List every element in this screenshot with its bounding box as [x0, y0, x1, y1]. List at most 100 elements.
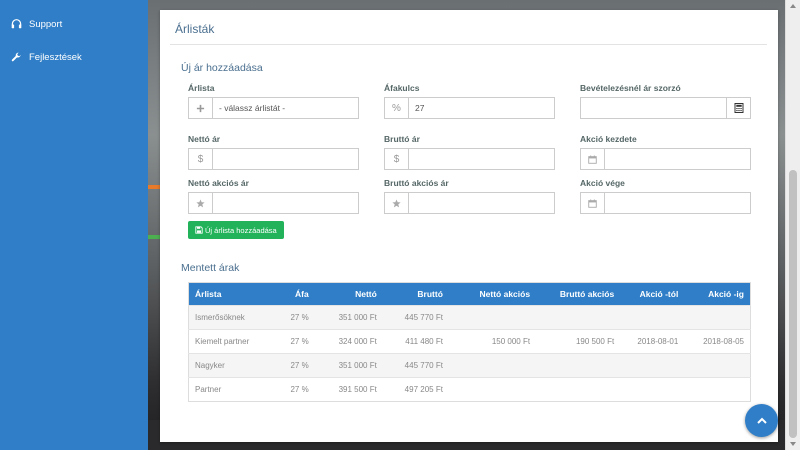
netto-input[interactable]: $ [188, 148, 359, 170]
column-header-netto-akcios[interactable]: Nettó akciós [448, 282, 537, 306]
table-cell: Kiemelt partner [188, 329, 273, 354]
netto-akcios-input[interactable] [188, 192, 359, 214]
sidebar-item-support[interactable]: Support [10, 14, 62, 34]
background-decoration [148, 185, 160, 189]
table-cell [448, 377, 537, 402]
netto-label: Nettó ár [188, 134, 221, 144]
brutto-akcios-label: Bruttó akciós ár [384, 178, 449, 188]
table-row[interactable]: Nagyker 27 % 351 000 Ft 445 770 Ft [188, 353, 751, 378]
arlista-select[interactable]: - válassz árlistát - [188, 97, 359, 119]
column-header-akcio-ig[interactable]: Akció -ig [684, 282, 751, 306]
scroll-to-top-button[interactable] [745, 404, 778, 437]
szorzo-input[interactable] [580, 97, 751, 119]
scroll-up-button[interactable] [786, 0, 800, 12]
table-cell: 27 % [272, 305, 315, 330]
scroll-down-button[interactable] [786, 438, 800, 450]
arlista-label: Árlista [188, 83, 215, 93]
add-price-list-button[interactable]: Új árlista hozzáadása [188, 221, 284, 239]
dollar-icon: $ [385, 149, 409, 169]
column-header-brutto-akcios[interactable]: Bruttó akciós [536, 282, 621, 306]
table-cell: 445 770 Ft [382, 305, 449, 330]
table-cell: 150 000 Ft [448, 329, 537, 354]
wrench-icon [10, 51, 23, 64]
price-lists-card: Árlisták Új ár hozzáadása Árlista - vála… [160, 10, 778, 442]
table-cell [620, 353, 685, 378]
akcio-kezdete-label: Akció kezdete [580, 134, 637, 144]
dollar-icon: $ [189, 149, 213, 169]
table-cell: 27 % [272, 353, 315, 378]
page-title: Árlisták [175, 22, 215, 36]
saved-prices-table: Árlista Áfa Nettó Bruttó Nettó akciós Br… [188, 282, 751, 402]
table-cell [536, 305, 621, 330]
caret-down-icon [790, 442, 796, 446]
akcio-vege-value [605, 193, 750, 213]
afakulcs-value: 27 [415, 103, 425, 113]
headset-icon [10, 18, 23, 31]
table-cell [620, 377, 685, 402]
calculator-icon[interactable] [726, 98, 750, 118]
table-row[interactable]: Ismerősöknek 27 % 351 000 Ft 445 770 Ft [188, 305, 751, 330]
netto-akcios-label: Nettó akciós ár [188, 178, 249, 188]
caret-up-icon [790, 4, 796, 8]
akcio-kezdete-value [605, 149, 750, 169]
scroll-thumb[interactable] [789, 170, 797, 438]
new-price-section-title: Új ár hozzáadása [181, 62, 263, 74]
column-header-arlista[interactable]: Árlista [188, 282, 273, 306]
brutto-input[interactable]: $ [384, 148, 555, 170]
table-cell [448, 305, 537, 330]
brutto-akcios-value [409, 193, 554, 213]
brutto-label: Bruttó ár [384, 134, 420, 144]
background-decoration [148, 235, 160, 239]
table-header-row: Árlista Áfa Nettó Bruttó Nettó akciós Br… [188, 282, 751, 306]
table-cell: Nagyker [188, 353, 273, 378]
column-header-netto[interactable]: Nettó [314, 282, 383, 306]
table-row[interactable]: Partner 27 % 391 500 Ft 497 205 Ft [188, 377, 751, 402]
afakulcs-input[interactable]: % 27 [384, 97, 555, 119]
calendar-icon [581, 149, 605, 169]
arlista-value: - válassz árlistát - [219, 103, 286, 113]
table-cell: Partner [188, 377, 273, 402]
star-icon [385, 193, 409, 213]
table-cell: 351 000 Ft [314, 305, 383, 330]
sidebar: Support Fejlesztések [0, 0, 148, 450]
table-cell: 27 % [272, 329, 315, 354]
chevron-up-icon [756, 417, 767, 424]
table-cell: 27 % [272, 377, 315, 402]
table-cell [620, 305, 685, 330]
table-cell: Ismerősöknek [188, 305, 273, 330]
save-icon [195, 226, 203, 234]
table-cell: 2018-08-05 [684, 329, 751, 354]
saved-prices-section-title: Mentett árak [181, 262, 240, 274]
akcio-vege-input[interactable] [580, 192, 751, 214]
sidebar-item-fejlesztesek[interactable]: Fejlesztések [10, 47, 82, 67]
divider [170, 44, 767, 45]
szorzo-label: Bevételezésnél ár szorzó [580, 83, 681, 93]
akcio-vege-label: Akció vége [580, 178, 625, 188]
akcio-kezdete-input[interactable] [580, 148, 751, 170]
table-row[interactable]: Kiemelt partner 27 % 324 000 Ft 411 480 … [188, 329, 751, 354]
column-header-brutto[interactable]: Bruttó [382, 282, 449, 306]
sidebar-item-label: Fejlesztések [29, 51, 82, 63]
brutto-akcios-input[interactable] [384, 192, 555, 214]
table-cell [536, 353, 621, 378]
table-cell: 2018-08-01 [620, 329, 685, 354]
column-header-akcio-tol[interactable]: Akció -tól [620, 282, 685, 306]
percent-icon: % [385, 98, 409, 118]
table-cell: 391 500 Ft [314, 377, 383, 402]
sidebar-item-label: Support [29, 18, 63, 30]
table-cell: 190 500 Ft [536, 329, 621, 354]
afakulcs-label: Áfakulcs [384, 83, 420, 93]
netto-value [213, 149, 358, 169]
netto-akcios-value [213, 193, 358, 213]
table-cell: 411 480 Ft [382, 329, 449, 354]
table-cell [684, 353, 751, 378]
table-cell [684, 305, 751, 330]
brutto-value [409, 149, 554, 169]
table-cell: 324 000 Ft [314, 329, 383, 354]
table-cell: 445 770 Ft [382, 353, 449, 378]
table-cell [448, 353, 537, 378]
table-cell: 351 000 Ft [314, 353, 383, 378]
plus-icon [189, 98, 213, 118]
column-header-afa[interactable]: Áfa [272, 282, 315, 306]
page-scrollbar[interactable] [785, 0, 800, 450]
